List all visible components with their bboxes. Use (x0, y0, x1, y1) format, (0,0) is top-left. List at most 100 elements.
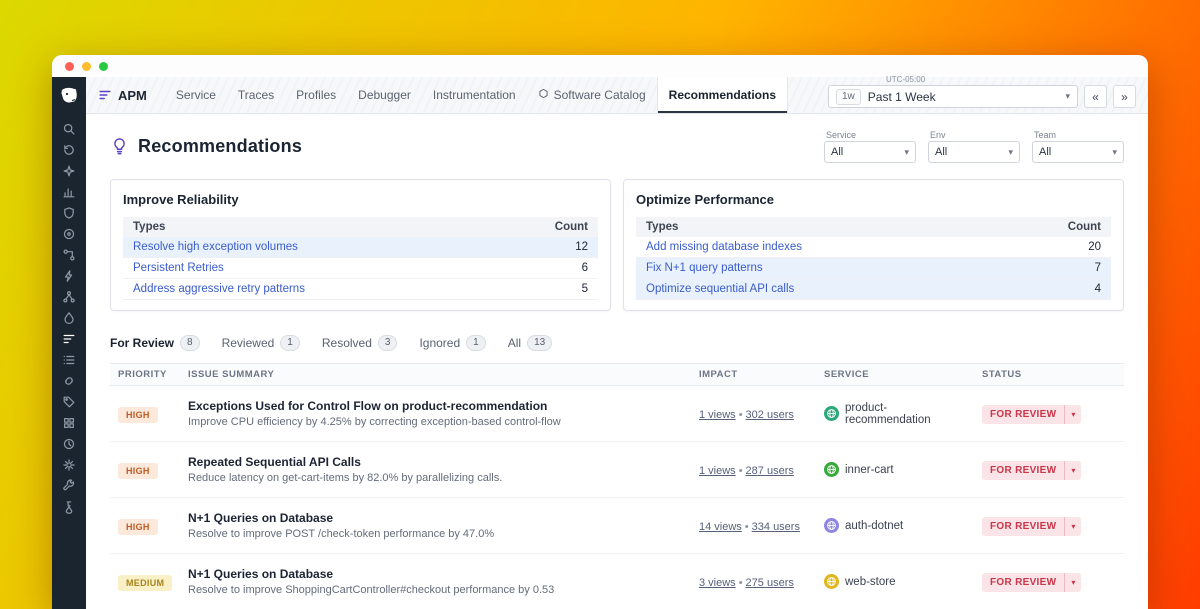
nav-item-traces[interactable]: Traces (227, 77, 285, 113)
sidebar-gear-icon[interactable] (59, 457, 80, 472)
zoom-window-button[interactable] (99, 62, 108, 71)
close-window-button[interactable] (65, 62, 74, 71)
sidebar-wrench-icon[interactable] (59, 478, 80, 493)
recommendation-type-link[interactable]: Persistent Retries (133, 262, 224, 274)
users-link[interactable]: 287 users (746, 465, 794, 477)
column-types: Types (133, 221, 165, 233)
status-dropdown[interactable]: FOR REVIEW▾ (982, 517, 1081, 536)
skip-forward-button[interactable]: » (1113, 85, 1136, 108)
sidebar-clock-icon[interactable] (59, 436, 80, 451)
sidebar-flask-icon[interactable] (59, 499, 80, 514)
service-icon (824, 462, 839, 477)
sidebar-target-icon[interactable] (59, 226, 80, 241)
sidebar-apm-stripes-icon[interactable] (59, 331, 80, 346)
nav-item-debugger[interactable]: Debugger (347, 77, 422, 113)
chevron-down-icon: ▾ (904, 147, 909, 158)
recommendation-count: 4 (1095, 283, 1101, 295)
issue-title: N+1 Queries on Database (188, 511, 683, 525)
tab-resolved[interactable]: Resolved 3 (322, 335, 398, 351)
card-row: Optimize sequential API calls 4 (636, 279, 1111, 300)
nav-item-label: Profiles (296, 88, 336, 102)
sidebar-bolt-icon[interactable] (59, 268, 80, 283)
tab-for-review[interactable]: For Review8 (110, 335, 200, 351)
users-link[interactable]: 302 users (746, 409, 794, 421)
tab-reviewed[interactable]: Reviewed1 (222, 335, 300, 351)
sidebar-list-icon[interactable] (59, 352, 80, 367)
tab-all[interactable]: All13 (508, 335, 552, 351)
time-range-picker[interactable]: 1w Past 1 Week ▾ (828, 85, 1078, 108)
tab-ignored[interactable]: Ignored 1 (419, 335, 485, 351)
users-link[interactable]: 334 users (752, 521, 800, 533)
status-dropdown[interactable]: FOR REVIEW▾ (982, 573, 1081, 592)
sidebar-grid-icon[interactable] (59, 415, 80, 430)
recommendation-type-link[interactable]: Resolve high exception volumes (133, 241, 298, 253)
impact-cell: 3 views•275 users (691, 573, 816, 591)
service-cell: product-recommendation (816, 402, 974, 426)
views-link[interactable]: 14 views (699, 521, 742, 533)
tab-count-badge: 1 (466, 335, 486, 351)
tab-label: For Review (110, 336, 174, 350)
views-link[interactable]: 1 views (699, 409, 736, 421)
nav-item-label: Software Catalog (554, 88, 646, 102)
status-label: FOR REVIEW (982, 517, 1064, 536)
card-optimize-performance: Optimize PerformanceTypesCountAdd missin… (623, 179, 1124, 311)
sidebar-tag-icon[interactable] (59, 394, 80, 409)
nav-item-recommendations[interactable]: Recommendations (657, 77, 788, 113)
recommendation-type-link[interactable]: Fix N+1 query patterns (646, 262, 763, 274)
sidebar-spark-icon[interactable] (59, 163, 80, 178)
priority-cell: MEDIUM (110, 573, 180, 591)
views-link[interactable]: 3 views (699, 577, 736, 589)
filter-service-select[interactable]: All▾ (824, 141, 916, 163)
impact-cell: 14 views•334 users (691, 517, 816, 535)
app-window: APM ServiceTraces Profiles Debugger Instrum… (52, 55, 1148, 609)
nav-item-software-catalog[interactable]: Software Catalog (527, 77, 657, 113)
column-header-priority: PRIORITY (110, 364, 180, 385)
filter-env-select[interactable]: All ▾ (928, 141, 1020, 163)
nav-item-label: Instrumentation (433, 88, 516, 102)
nav-item-service[interactable]: Service (165, 77, 227, 113)
users-link[interactable]: 275 users (746, 577, 794, 589)
column-header-impact: IMPACT (691, 364, 816, 385)
service-name: product-recommendation (845, 402, 966, 426)
skip-back-button[interactable]: « (1084, 85, 1107, 108)
recommendation-type-link[interactable]: Optimize sequential API calls (646, 283, 794, 295)
chevron-down-icon: ▾ (1064, 461, 1081, 480)
sidebar-cluster-icon[interactable] (59, 289, 80, 304)
impact-cell: 1 views•302 users (691, 405, 816, 423)
sidebar-shield-icon[interactable] (59, 205, 80, 220)
issue-summary-cell: Repeated Sequential API CallsReduce late… (180, 455, 691, 484)
bullet-separator: • (739, 409, 743, 421)
brand-label: APM (118, 88, 147, 103)
sidebar-droplet-icon[interactable] (59, 310, 80, 325)
views-link[interactable]: 1 views (699, 465, 736, 477)
sidebar-chart-icon[interactable] (59, 184, 80, 199)
recommendation-type-link[interactable]: Address aggressive retry patterns (133, 283, 305, 295)
nav-item-profiles[interactable]: Profiles (285, 77, 347, 113)
table-row: HIGHN+1 Queries on DatabaseResolve to im… (110, 498, 1124, 554)
tab-label: Resolved (322, 336, 372, 350)
tab-label: Ignored (419, 336, 460, 350)
sidebar-search-icon[interactable] (59, 121, 80, 136)
chevron-down-icon: ▾ (1008, 147, 1013, 158)
status-dropdown[interactable]: FOR REVIEW▾ (982, 461, 1081, 480)
filter-value: All (935, 146, 947, 158)
sidebar-history-icon[interactable] (59, 142, 80, 157)
status-dropdown[interactable]: FOR REVIEW▾ (982, 405, 1081, 424)
recommendation-type-link[interactable]: Add missing database indexes (646, 241, 802, 253)
table-row: MEDIUMN+1 Queries on DatabaseResolve to … (110, 554, 1124, 609)
table-header-row: PRIORITYISSUE SUMMARYIMPACTSERVICESTATUS (110, 363, 1124, 386)
sidebar-link-icon[interactable] (59, 373, 80, 388)
nav-item-instrumentation[interactable]: Instrumentation (422, 77, 527, 113)
filter-team-select[interactable]: All▾ (1032, 141, 1124, 163)
tab-count-badge: 3 (378, 335, 398, 351)
priority-badge: HIGH (118, 519, 158, 535)
service-icon (824, 574, 839, 589)
review-tabs: For Review8 Reviewed1 Resolved 3 Ignored 1 All… (110, 335, 1124, 351)
service-cell: inner-cart (816, 462, 974, 477)
lightbulb-icon (110, 137, 129, 156)
tab-count-badge: 1 (280, 335, 300, 351)
bullet-separator: • (739, 465, 743, 477)
datadog-logo-icon[interactable] (58, 85, 80, 107)
minimize-window-button[interactable] (82, 62, 91, 71)
sidebar-workflow-icon[interactable] (59, 247, 80, 262)
